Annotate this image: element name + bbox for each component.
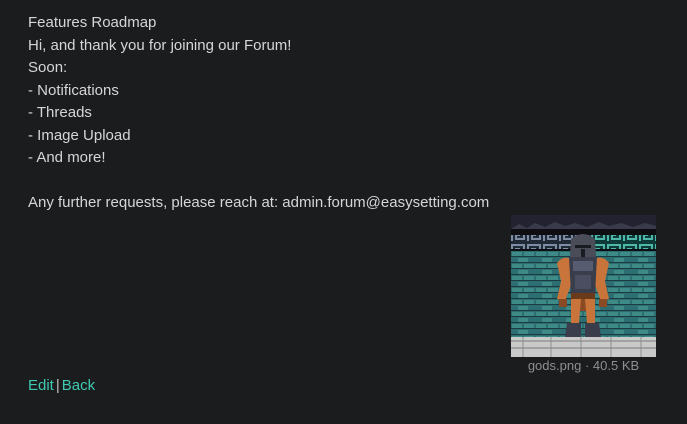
post-soon-label: Soon:: [28, 59, 68, 76]
roadmap-item: - And more!: [28, 149, 106, 166]
caption-separator: ·: [584, 358, 590, 373]
edit-link[interactable]: Edit: [28, 377, 54, 394]
post-actions: Edit | Back: [28, 377, 95, 394]
back-link[interactable]: Back: [62, 377, 95, 394]
attachment-filename: gods.png: [527, 358, 582, 373]
post-contact: Any further requests, please reach at: a…: [28, 194, 490, 211]
roadmap-item: - Notifications: [28, 81, 119, 99]
post-body: Features Roadmap Hi, and thank you for j…: [28, 12, 489, 215]
roadmap-item: - Image Upload: [28, 126, 131, 144]
attachment-thumbnail[interactable]: [511, 215, 656, 357]
post-greeting: Hi, and thank you for joining our Forum!: [28, 36, 292, 54]
attachment-size: 40.5 KB: [592, 358, 640, 373]
actions-divider: |: [55, 377, 60, 394]
roadmap-item: - Threads: [28, 104, 92, 121]
post-title: Features Roadmap: [28, 14, 157, 31]
image-attachment: gods.png · 40.5 KB: [511, 215, 656, 373]
attachment-caption: gods.png · 40.5 KB: [511, 358, 656, 373]
